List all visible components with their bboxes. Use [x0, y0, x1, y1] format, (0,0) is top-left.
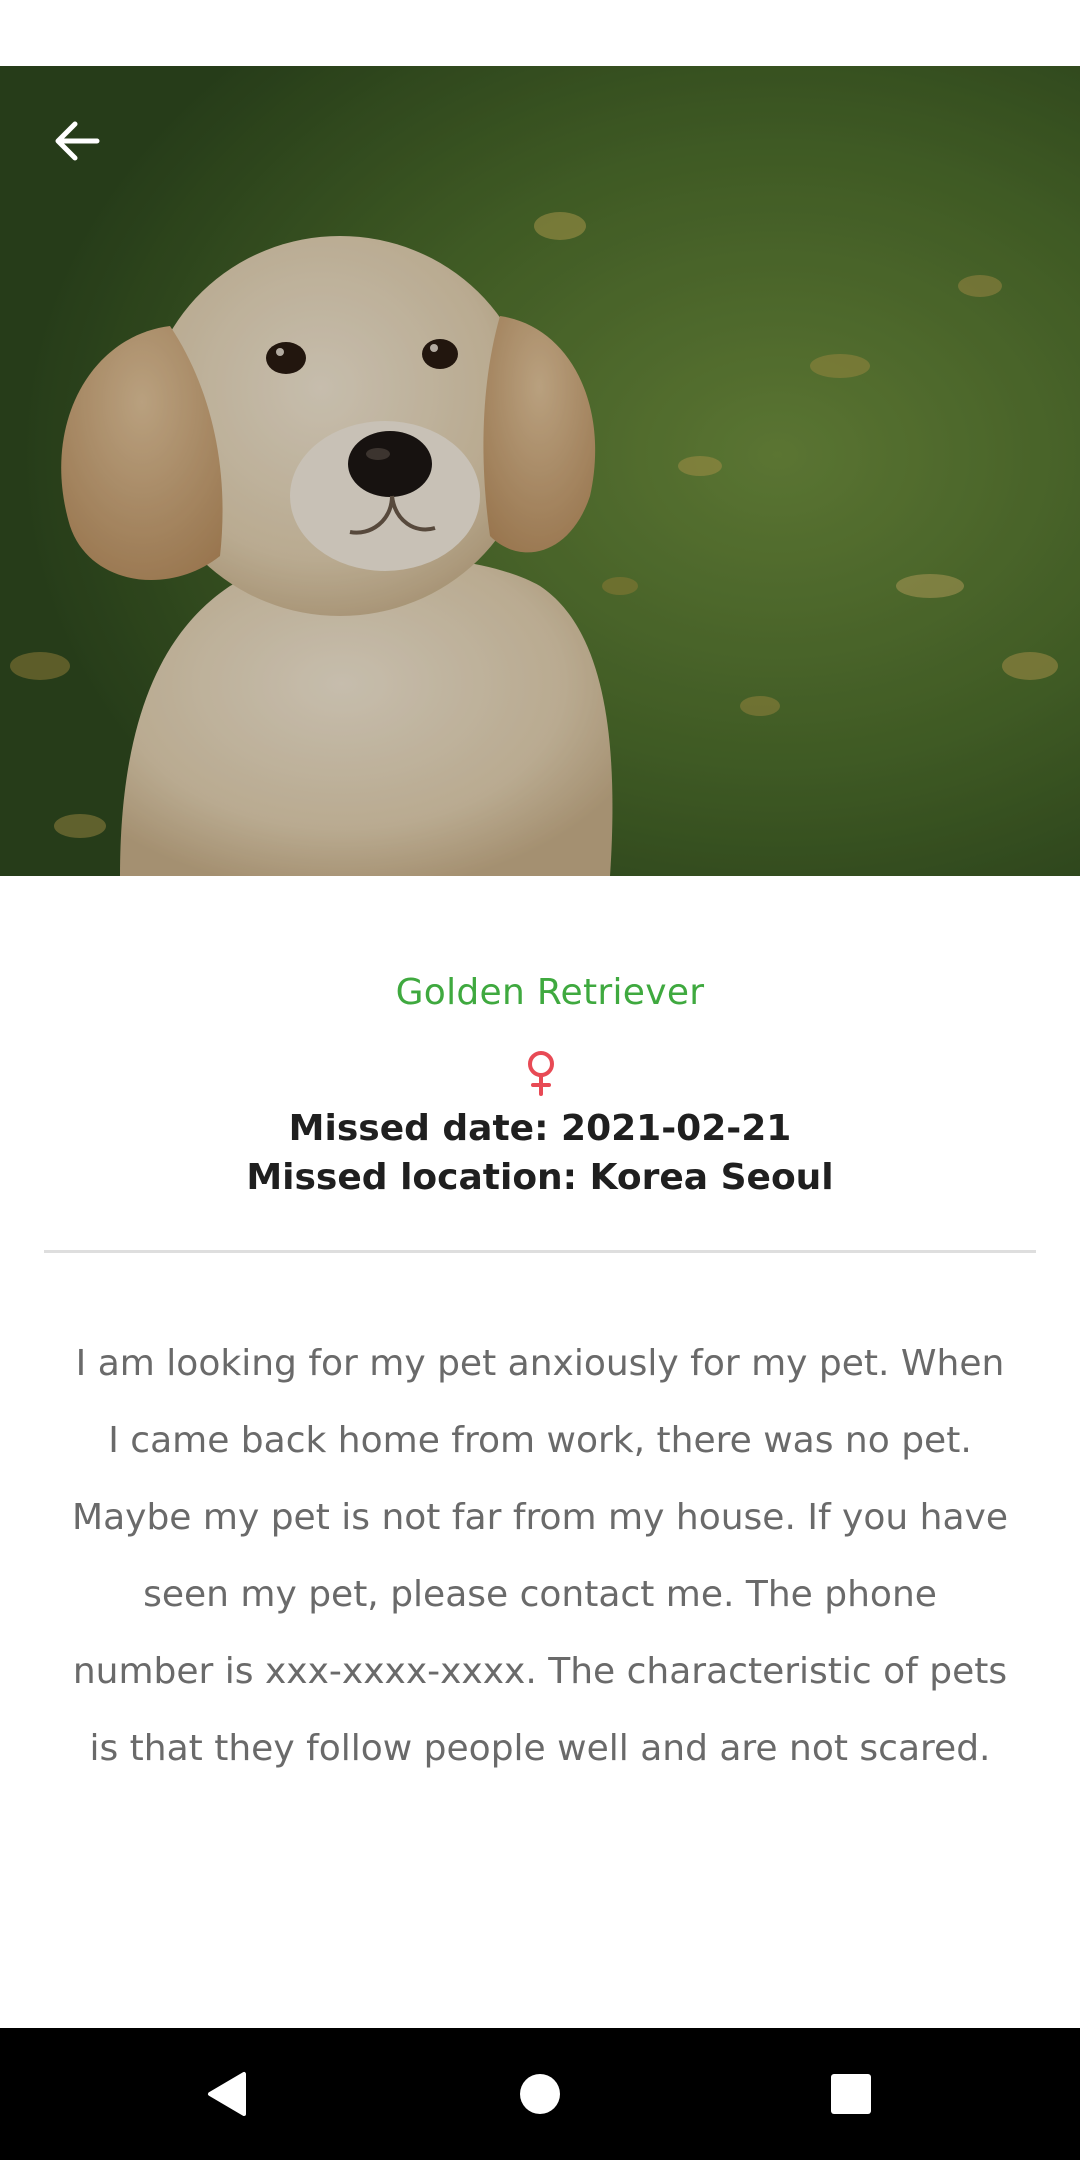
divider: [44, 1250, 1036, 1253]
nav-recents-button[interactable]: [781, 2028, 921, 2160]
missed-date: Missed date: 2021-02-21: [288, 1108, 792, 1149]
hero-overlay: [0, 66, 1080, 876]
nav-home-button[interactable]: [470, 2028, 610, 2160]
nav-back-button[interactable]: [156, 2028, 296, 2160]
hero-image: [0, 66, 1080, 876]
square-recents-icon: [831, 2074, 871, 2114]
pet-breed: Golden Retriever: [395, 972, 705, 1013]
triangle-back-icon: [208, 2072, 246, 2116]
female-symbol-icon: [528, 1051, 554, 1096]
missed-location: Missed location: Korea Seoul: [246, 1157, 834, 1198]
circle-home-icon: [520, 2074, 560, 2114]
pet-description: I am looking for my pet anxiously for my…: [72, 1343, 1008, 1769]
system-navigation-bar: [0, 2028, 1080, 2160]
status-bar: [0, 0, 1080, 66]
screen: Golden Retriever Missed date: 2021-02-21…: [0, 0, 1080, 2160]
arrow-left-icon: [55, 121, 100, 161]
back-button[interactable]: [40, 104, 114, 178]
